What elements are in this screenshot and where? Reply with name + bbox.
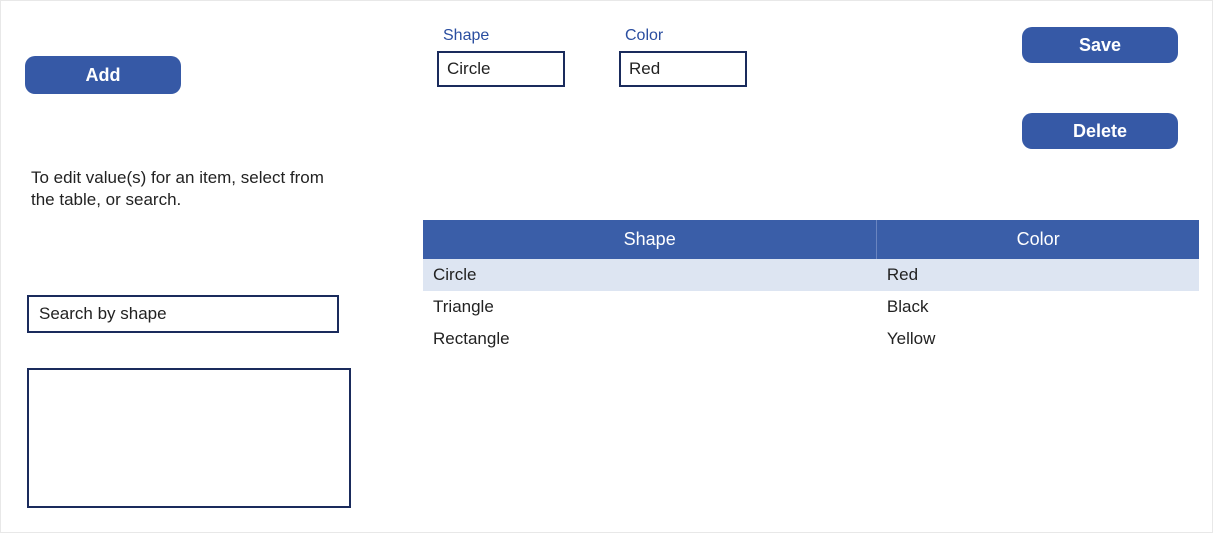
- table-row[interactable]: Circle Red: [423, 259, 1199, 291]
- shape-field-group: Shape: [437, 27, 565, 87]
- add-button[interactable]: Add: [25, 56, 181, 94]
- shape-input[interactable]: [437, 51, 565, 87]
- shape-field-label: Shape: [437, 27, 565, 45]
- cell-shape: Triangle: [423, 291, 877, 323]
- data-table: Shape Color Circle Red Triangle Black Re…: [423, 220, 1199, 355]
- cell-shape: Rectangle: [423, 323, 877, 355]
- help-text: To edit value(s) for an item, select fro…: [31, 167, 331, 211]
- color-field-group: Color: [619, 27, 747, 87]
- color-input[interactable]: [619, 51, 747, 87]
- color-field-label: Color: [619, 27, 747, 45]
- cell-color: Black: [877, 291, 1199, 323]
- save-button[interactable]: Save: [1022, 27, 1178, 63]
- search-input[interactable]: [27, 295, 339, 333]
- delete-button[interactable]: Delete: [1022, 113, 1178, 149]
- cell-color: Red: [877, 259, 1199, 291]
- cell-color: Yellow: [877, 323, 1199, 355]
- table-header-shape[interactable]: Shape: [423, 220, 877, 259]
- table-header-row: Shape Color: [423, 220, 1199, 259]
- search-results-listbox[interactable]: [27, 368, 351, 508]
- table-row[interactable]: Triangle Black: [423, 291, 1199, 323]
- table-row[interactable]: Rectangle Yellow: [423, 323, 1199, 355]
- cell-shape: Circle: [423, 259, 877, 291]
- table-header-color[interactable]: Color: [877, 220, 1199, 259]
